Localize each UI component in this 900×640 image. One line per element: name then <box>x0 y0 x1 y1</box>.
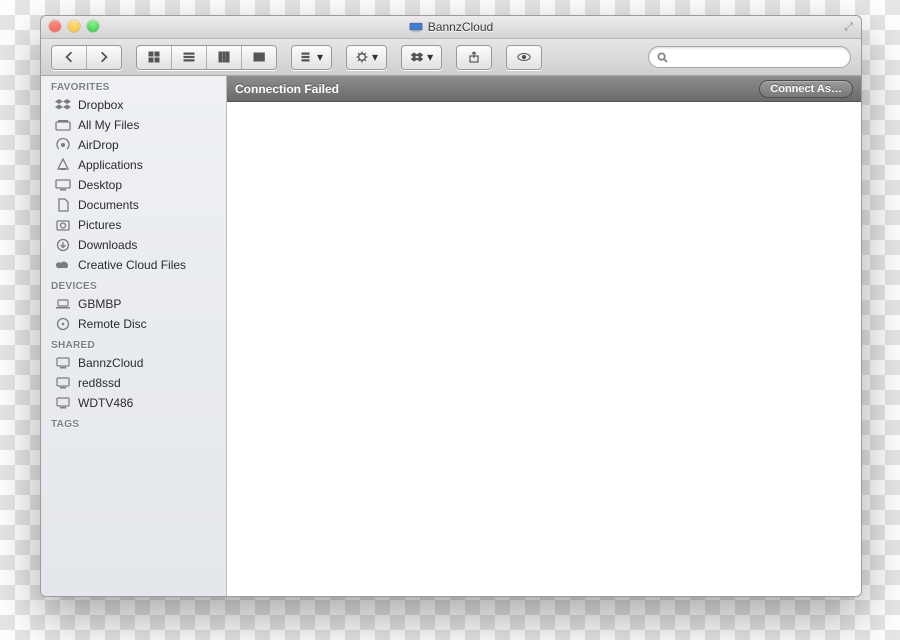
sidebar-item-label: AirDrop <box>78 138 119 152</box>
chevron-down-icon: ▾ <box>317 50 323 64</box>
sidebar-item-downloads[interactable]: Downloads <box>41 235 226 255</box>
airdrop-icon <box>55 138 71 152</box>
sidebar-item-remote-disc[interactable]: Remote Disc <box>41 314 226 334</box>
share-button[interactable] <box>456 45 492 70</box>
window-body: FAVORITES Dropbox All My Files AirDrop A… <box>41 76 861 596</box>
column-view-button[interactable] <box>207 46 242 69</box>
traffic-lights <box>49 20 99 32</box>
dropbox-menu[interactable]: ▾ <box>401 45 442 70</box>
coverflow-view-button[interactable] <box>242 46 276 69</box>
sidebar-item-label: Desktop <box>78 178 122 192</box>
titlebar: BannzCloud ⤢ <box>41 16 861 39</box>
disc-icon <box>55 317 71 331</box>
section-header-devices[interactable]: DEVICES <box>41 275 226 294</box>
dropbox-icon <box>55 98 71 112</box>
icon-view-button[interactable] <box>137 46 172 69</box>
sidebar-item-label: Creative Cloud Files <box>78 258 186 272</box>
content-area: Connection Failed Connect As… <box>227 76 861 596</box>
search-field[interactable] <box>648 46 851 68</box>
close-button[interactable] <box>49 20 61 32</box>
window-title: BannzCloud <box>409 20 493 34</box>
sidebar-item-label: Remote Disc <box>78 317 147 331</box>
laptop-icon <box>55 297 71 311</box>
sidebar-item-dropbox[interactable]: Dropbox <box>41 95 226 115</box>
sidebar-item-label: red8ssd <box>78 376 121 390</box>
nav-buttons <box>51 45 122 70</box>
server-icon <box>55 396 71 410</box>
sidebar-item-label: All My Files <box>78 118 139 132</box>
server-icon <box>55 376 71 390</box>
toolbar: ▾ ▾ ▾ <box>41 39 861 76</box>
sidebar-item-creative-cloud[interactable]: Creative Cloud Files <box>41 255 226 275</box>
sidebar-item-desktop[interactable]: Desktop <box>41 175 226 195</box>
list-view-button[interactable] <box>172 46 207 69</box>
applications-icon <box>55 158 71 172</box>
search-input[interactable] <box>673 50 842 64</box>
finder-window: BannzCloud ⤢ ▾ ▾ ▾ <box>40 15 862 597</box>
minimize-button[interactable] <box>68 20 80 32</box>
connection-status-text: Connection Failed <box>235 82 339 96</box>
sidebar-item-all-my-files[interactable]: All My Files <box>41 115 226 135</box>
computer-icon <box>409 22 423 33</box>
sidebar-item-wdtv486[interactable]: WDTV486 <box>41 393 226 413</box>
back-button[interactable] <box>52 46 87 69</box>
sidebar-item-gbmbp[interactable]: GBMBP <box>41 294 226 314</box>
zoom-button[interactable] <box>87 20 99 32</box>
search-icon <box>657 52 668 63</box>
section-header-favorites[interactable]: FAVORITES <box>41 76 226 95</box>
connect-as-button[interactable]: Connect As… <box>759 80 853 98</box>
window-title-text: BannzCloud <box>428 20 493 34</box>
sidebar-item-label: Downloads <box>78 238 137 252</box>
section-header-tags[interactable]: TAGS <box>41 413 226 432</box>
sidebar-item-label: WDTV486 <box>78 396 133 410</box>
chevron-down-icon: ▾ <box>372 50 378 64</box>
desktop-icon <box>55 178 71 192</box>
sidebar-item-pictures[interactable]: Pictures <box>41 215 226 235</box>
fullscreen-icon[interactable]: ⤢ <box>844 21 853 34</box>
sidebar-item-label: Pictures <box>78 218 121 232</box>
sidebar-item-label: GBMBP <box>78 297 121 311</box>
sidebar-item-airdrop[interactable]: AirDrop <box>41 135 226 155</box>
all-files-icon <box>55 118 71 132</box>
section-header-shared[interactable]: SHARED <box>41 334 226 353</box>
sidebar-item-label: Dropbox <box>78 98 123 112</box>
documents-icon <box>55 198 71 212</box>
empty-content <box>227 102 861 596</box>
sidebar-item-bannzcloud[interactable]: BannzCloud <box>41 353 226 373</box>
chevron-down-icon: ▾ <box>427 50 433 64</box>
sidebar: FAVORITES Dropbox All My Files AirDrop A… <box>41 76 227 596</box>
sidebar-item-red8ssd[interactable]: red8ssd <box>41 373 226 393</box>
creative-cloud-icon <box>55 258 71 272</box>
action-menu[interactable]: ▾ <box>346 45 387 70</box>
connection-status-bar: Connection Failed Connect As… <box>227 76 861 102</box>
forward-button[interactable] <box>87 46 121 69</box>
server-icon <box>55 356 71 370</box>
pictures-icon <box>55 218 71 232</box>
sidebar-item-label: BannzCloud <box>78 356 143 370</box>
sidebar-item-documents[interactable]: Documents <box>41 195 226 215</box>
downloads-icon <box>55 238 71 252</box>
sidebar-item-label: Applications <box>78 158 143 172</box>
sidebar-item-applications[interactable]: Applications <box>41 155 226 175</box>
view-mode-buttons <box>136 45 277 70</box>
sidebar-item-label: Documents <box>78 198 139 212</box>
tags-button[interactable] <box>506 45 542 70</box>
arrange-menu[interactable]: ▾ <box>291 45 332 70</box>
